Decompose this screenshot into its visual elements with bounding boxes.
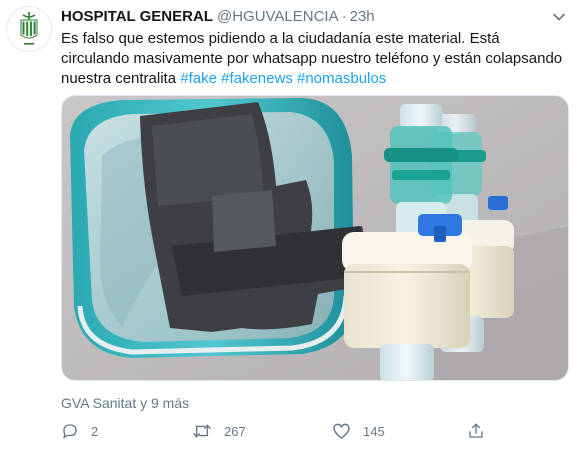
separator-dot: · xyxy=(341,8,347,25)
author-handle[interactable]: @HGUVALENCIA xyxy=(217,8,339,25)
liked-by-link[interactable]: GVA Sanitat y 9 más xyxy=(61,394,189,412)
reply-icon xyxy=(63,424,77,439)
timestamp[interactable]: 23h xyxy=(350,8,375,25)
share-icon xyxy=(469,423,483,438)
chevron-down-icon xyxy=(553,13,565,21)
hashtag-fake[interactable]: #fake xyxy=(180,70,217,87)
retweet-icon xyxy=(193,424,211,438)
tweet[interactable]: HOSPITAL GENERAL @HGUVALENCIA · 23h Es fals… xyxy=(0,0,578,449)
like-button[interactable]: 145 xyxy=(332,420,385,442)
hashtag-nomasbulos[interactable]: #nomasbulos xyxy=(297,70,386,87)
retweet-button[interactable]: 267 xyxy=(192,420,246,442)
hospital-logo-icon xyxy=(20,12,38,45)
heart-icon xyxy=(333,423,350,439)
more-options-button[interactable] xyxy=(550,8,568,26)
reply-button[interactable]: 2 xyxy=(61,420,98,442)
tweet-photo[interactable] xyxy=(61,95,569,381)
share-button[interactable] xyxy=(467,420,485,442)
photo-illustration xyxy=(62,96,568,380)
retweet-count: 267 xyxy=(224,423,246,439)
avatar[interactable] xyxy=(6,6,52,52)
like-count: 145 xyxy=(363,423,385,439)
tweet-text: Es falso que estemos pidiendo a la ciuda… xyxy=(61,29,571,89)
action-bar: 2 267 145 xyxy=(61,420,541,442)
author-name[interactable]: HOSPITAL GENERAL xyxy=(61,8,213,25)
tweet-header: HOSPITAL GENERAL @HGUVALENCIA · 23h xyxy=(61,8,375,26)
hashtag-fakenews[interactable]: #fakenews xyxy=(221,70,293,87)
reply-count: 2 xyxy=(91,423,99,439)
